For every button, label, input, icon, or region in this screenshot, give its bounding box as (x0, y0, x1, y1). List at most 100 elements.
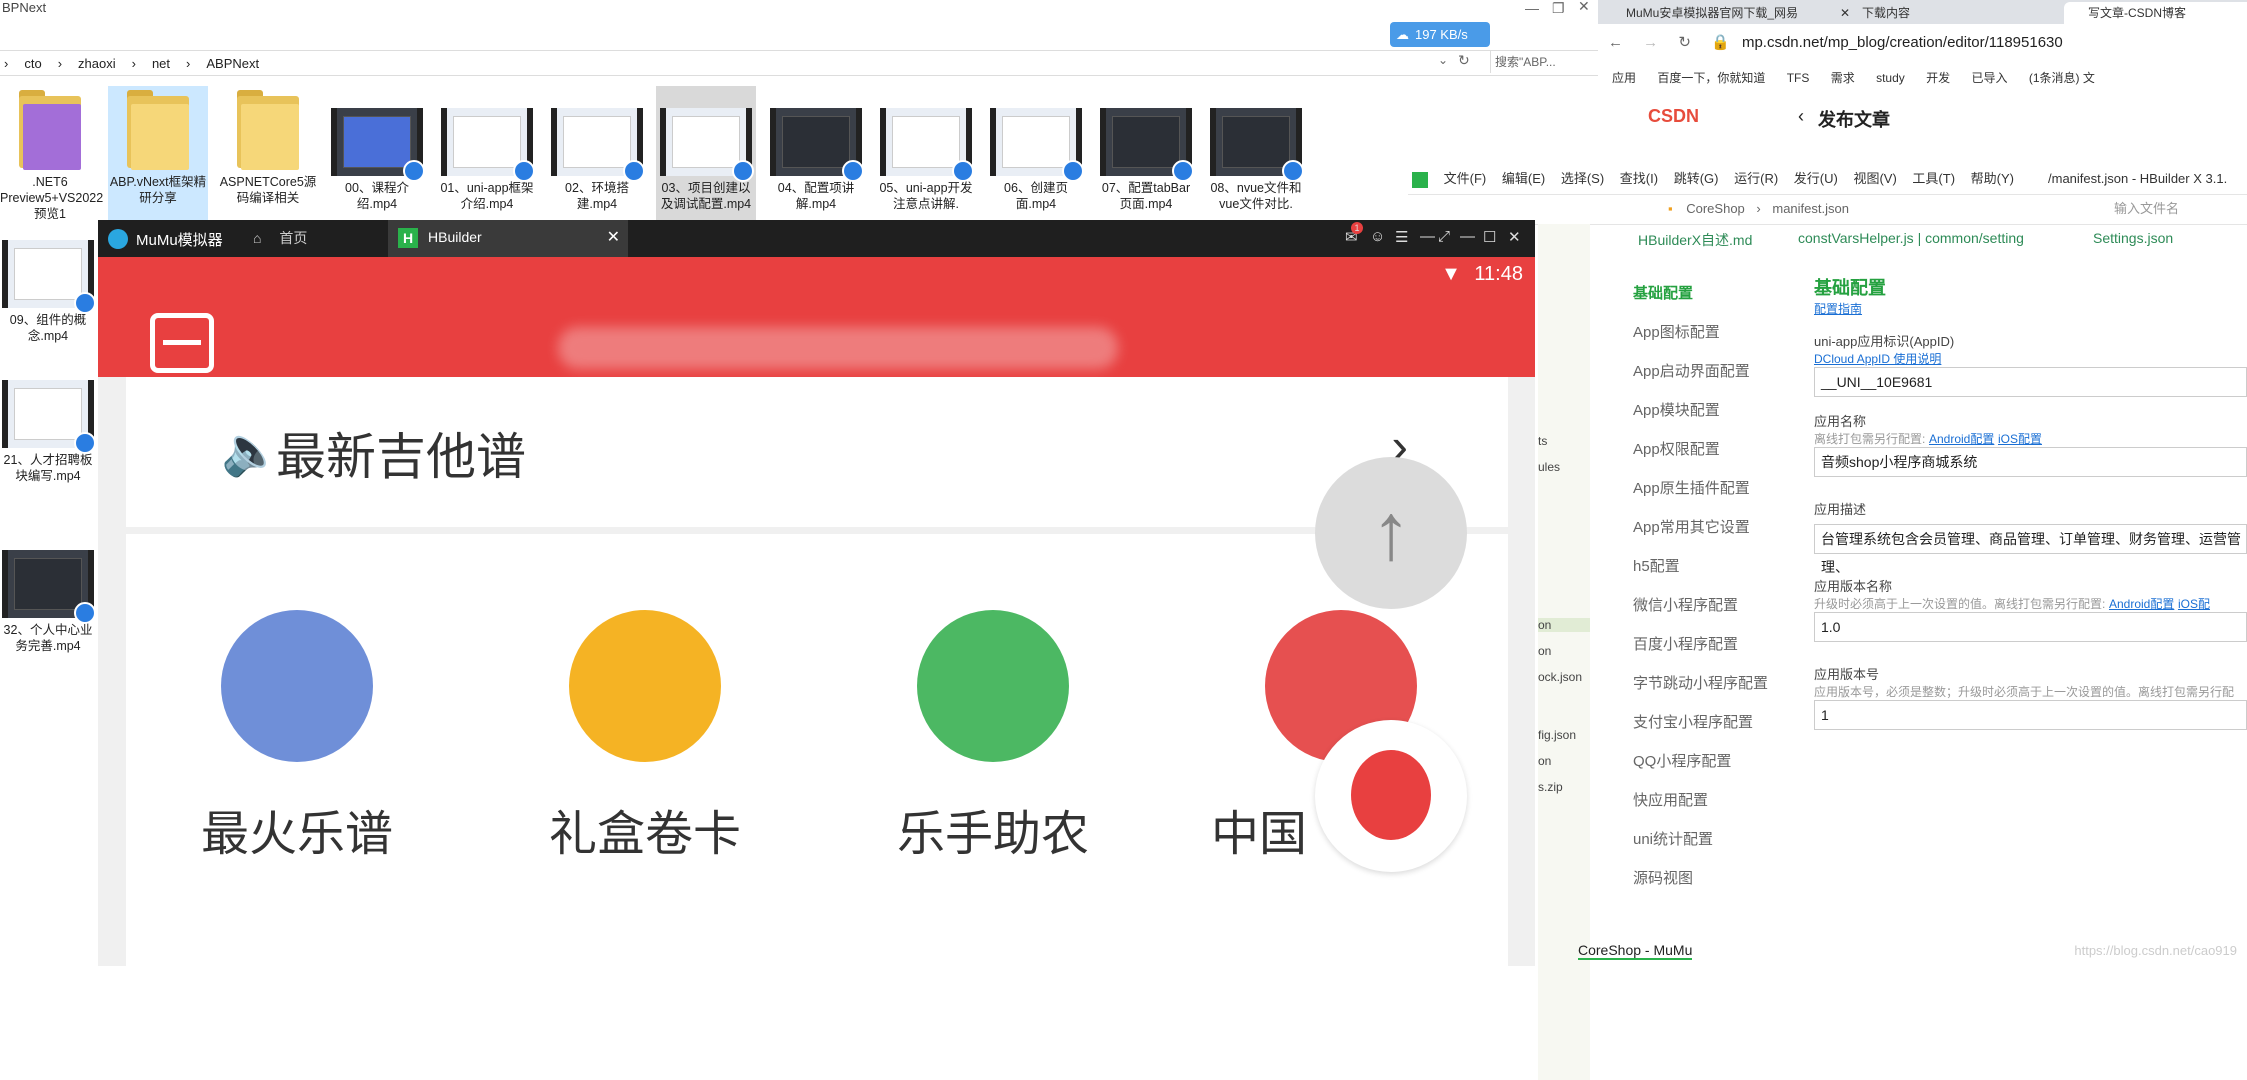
video-file-item[interactable]: 21、人才招聘板块编写.mp4 (0, 380, 96, 484)
menu-item[interactable]: 视图(V) (1853, 171, 1896, 186)
editor-tab[interactable]: Settings.json (2093, 230, 2173, 246)
user-icon[interactable]: ☺ (1370, 228, 1385, 245)
video-file-item[interactable]: 01、uni-app框架介绍.mp4 (437, 108, 537, 212)
bookmark[interactable]: 需求 (1831, 71, 1855, 85)
reload-icon[interactable]: ↻ (1678, 34, 1691, 51)
maximize-icon[interactable]: ☐ (1483, 228, 1496, 246)
bookmark[interactable]: (1条消息) 文 (2029, 71, 2095, 85)
menu-item[interactable]: 跳转(G) (1674, 171, 1719, 186)
refresh-icon[interactable]: ↻ (1458, 52, 1470, 69)
tree-item[interactable]: fig.json (1538, 728, 1576, 742)
mail-icon[interactable]: ✉ 1 (1345, 222, 1363, 246)
tab-hbuilder[interactable]: H HBuilder ✕ (388, 220, 628, 257)
ios-config-link[interactable]: iOS配 (2178, 597, 2210, 611)
back-icon[interactable]: ← (1608, 34, 1623, 51)
tab-home[interactable]: ⌂ 首页 (253, 228, 307, 248)
editor-tab[interactable]: constVarsHelper.js | common/setting (1798, 230, 2024, 246)
scan-icon[interactable] (150, 313, 214, 373)
nav-item[interactable]: 支付宝小程序配置 (1633, 703, 1783, 742)
address-bar[interactable]: ← → ↻ 🔒 mp.csdn.net/mp_blog/creation/edi… (1598, 26, 2247, 60)
tree-item[interactable]: ules (1538, 460, 1560, 474)
version-name-field[interactable]: 1.0 (1814, 612, 2247, 642)
nav-item[interactable]: 百度小程序配置 (1633, 625, 1783, 664)
file-search-input[interactable]: 输入文件名 (2114, 194, 2179, 224)
app-name-field[interactable]: 音频shop小程序商城系统 (1814, 447, 2247, 477)
ios-config-link[interactable]: iOS配置 (1998, 432, 2042, 446)
tree-item[interactable]: s.zip (1538, 780, 1563, 794)
browser-tab-active[interactable]: 写文章-CSDN博客 (2064, 2, 2247, 24)
menu-item[interactable]: 查找(I) (1620, 171, 1658, 186)
appid-field[interactable]: __UNI__10E9681 (1814, 367, 2247, 397)
breadcrumb-item[interactable]: zhaoxi (78, 56, 116, 71)
video-file-item[interactable]: 00、课程介绍.mp4 (327, 108, 427, 212)
browser-tab[interactable]: MuMu安卓模拟器官网下载_网易 ✕ (1602, 2, 1856, 24)
bookmark[interactable]: study (1876, 71, 1905, 85)
console-tab[interactable]: CoreShop - MuMu (1578, 942, 1693, 960)
nav-item[interactable]: uni统计配置 (1633, 820, 1783, 859)
video-file-item[interactable]: 09、组件的概念.mp4 (0, 240, 96, 344)
customer-service-icon[interactable] (1315, 720, 1467, 872)
menu-item[interactable]: 工具(T) (1912, 171, 1955, 186)
bookmark[interactable]: 百度一下，你就知道 (1657, 71, 1765, 85)
nav-item[interactable]: App图标配置 (1633, 313, 1783, 352)
bookmark[interactable]: 应用 (1612, 71, 1636, 85)
breadcrumb-item[interactable]: cto (24, 56, 41, 71)
breadcrumb-item[interactable]: ABPNext (206, 56, 259, 71)
file-item[interactable]: ASPNETCore5源码编译相关 (218, 90, 318, 206)
nav-item[interactable]: 微信小程序配置 (1633, 586, 1783, 625)
close-icon[interactable]: ✕ (1578, 0, 1590, 15)
menu-item[interactable]: 发行(U) (1794, 171, 1838, 186)
menu-item[interactable]: 编辑(E) (1502, 171, 1545, 186)
editor-tab[interactable]: HBuilderX自述.md (1638, 230, 1752, 250)
nav-item[interactable]: h5配置 (1633, 547, 1783, 586)
menu-item[interactable]: 选择(S) (1561, 171, 1604, 186)
path-item[interactable]: CoreShop (1686, 201, 1745, 216)
minimize-icon[interactable]: — (1420, 228, 1435, 245)
menu-icon[interactable]: ☰ (1395, 228, 1408, 246)
tree-item[interactable]: ts (1538, 434, 1547, 448)
scroll-top-icon[interactable]: ↑ (1315, 457, 1467, 609)
nav-item[interactable]: App启动界面配置 (1633, 352, 1783, 391)
file-item[interactable]: ABP.vNext框架精研分享 (108, 86, 208, 220)
news-card[interactable]: 🔈 最新吉他谱 › (126, 377, 1508, 527)
video-file-item[interactable]: 07、配置tabBar页面.mp4 (1096, 108, 1196, 212)
back-chevron-icon[interactable]: ‹ (1798, 106, 1804, 127)
video-file-item[interactable]: 32、个人中心业务完善.mp4 (0, 550, 96, 654)
tree-item-selected[interactable]: on (1538, 618, 1590, 632)
nav-item[interactable]: 源码视图 (1633, 859, 1783, 898)
olive-icon[interactable] (221, 610, 373, 762)
close-icon[interactable]: ✕ (607, 227, 620, 247)
minimize-window-icon[interactable]: — (1460, 228, 1475, 245)
url-text[interactable]: mp.csdn.net/mp_blog/creation/editor/1189… (1742, 34, 2063, 51)
config-guide-link[interactable]: 配置指南 (1814, 300, 2247, 317)
video-file-item[interactable]: 08、nvue文件和vue文件对比. (1206, 108, 1306, 212)
path-item[interactable]: manifest.json (1772, 201, 1849, 216)
nav-item[interactable]: App模块配置 (1633, 391, 1783, 430)
bookmark[interactable]: TFS (1787, 71, 1810, 85)
video-file-item[interactable]: 06、创建页面.mp4 (986, 108, 1086, 212)
version-code-field[interactable]: 1 (1814, 700, 2247, 730)
android-config-link[interactable]: Android配置 (1929, 432, 1994, 446)
csdn-logo[interactable]: CSDN (1648, 106, 1699, 127)
video-file-item[interactable]: 05、uni-app开发注意点讲解. (876, 108, 976, 212)
bookmark[interactable]: 开发 (1926, 71, 1950, 85)
nav-item[interactable]: 快应用配置 (1633, 781, 1783, 820)
menu-item[interactable]: 文件(F) (1444, 171, 1487, 186)
app-description-field[interactable]: 台管理系统包含会员管理、商品管理、订单管理、财务管理、运营管理、 (1814, 524, 2247, 575)
breadcrumb[interactable]: › cto › zhaoxi › net › ABPNext (0, 50, 1598, 76)
nav-item-basic[interactable]: 基础配置 (1633, 274, 1783, 313)
tree-item[interactable]: ock.json (1538, 670, 1582, 684)
restore-icon[interactable]: ❐ (1552, 0, 1565, 17)
explorer-search-input[interactable]: 搜索"ABP... (1490, 51, 1603, 73)
nav-item[interactable]: QQ小程序配置 (1633, 742, 1783, 781)
menu-item[interactable]: 帮助(Y) (1971, 171, 2014, 186)
forward-icon[interactable]: → (1643, 34, 1658, 51)
tree-item[interactable]: on (1538, 644, 1551, 658)
android-config-link[interactable]: Android配置 (2109, 597, 2174, 611)
tree-item[interactable]: on (1538, 754, 1551, 768)
menu-item[interactable]: 运行(R) (1734, 171, 1778, 186)
chevron-down-icon[interactable]: ⌄ (1438, 53, 1448, 67)
video-file-item[interactable]: 04、配置项讲解.mp4 (766, 108, 866, 212)
breadcrumb-item[interactable]: net (152, 56, 170, 71)
nav-item[interactable]: 字节跳动小程序配置 (1633, 664, 1783, 703)
